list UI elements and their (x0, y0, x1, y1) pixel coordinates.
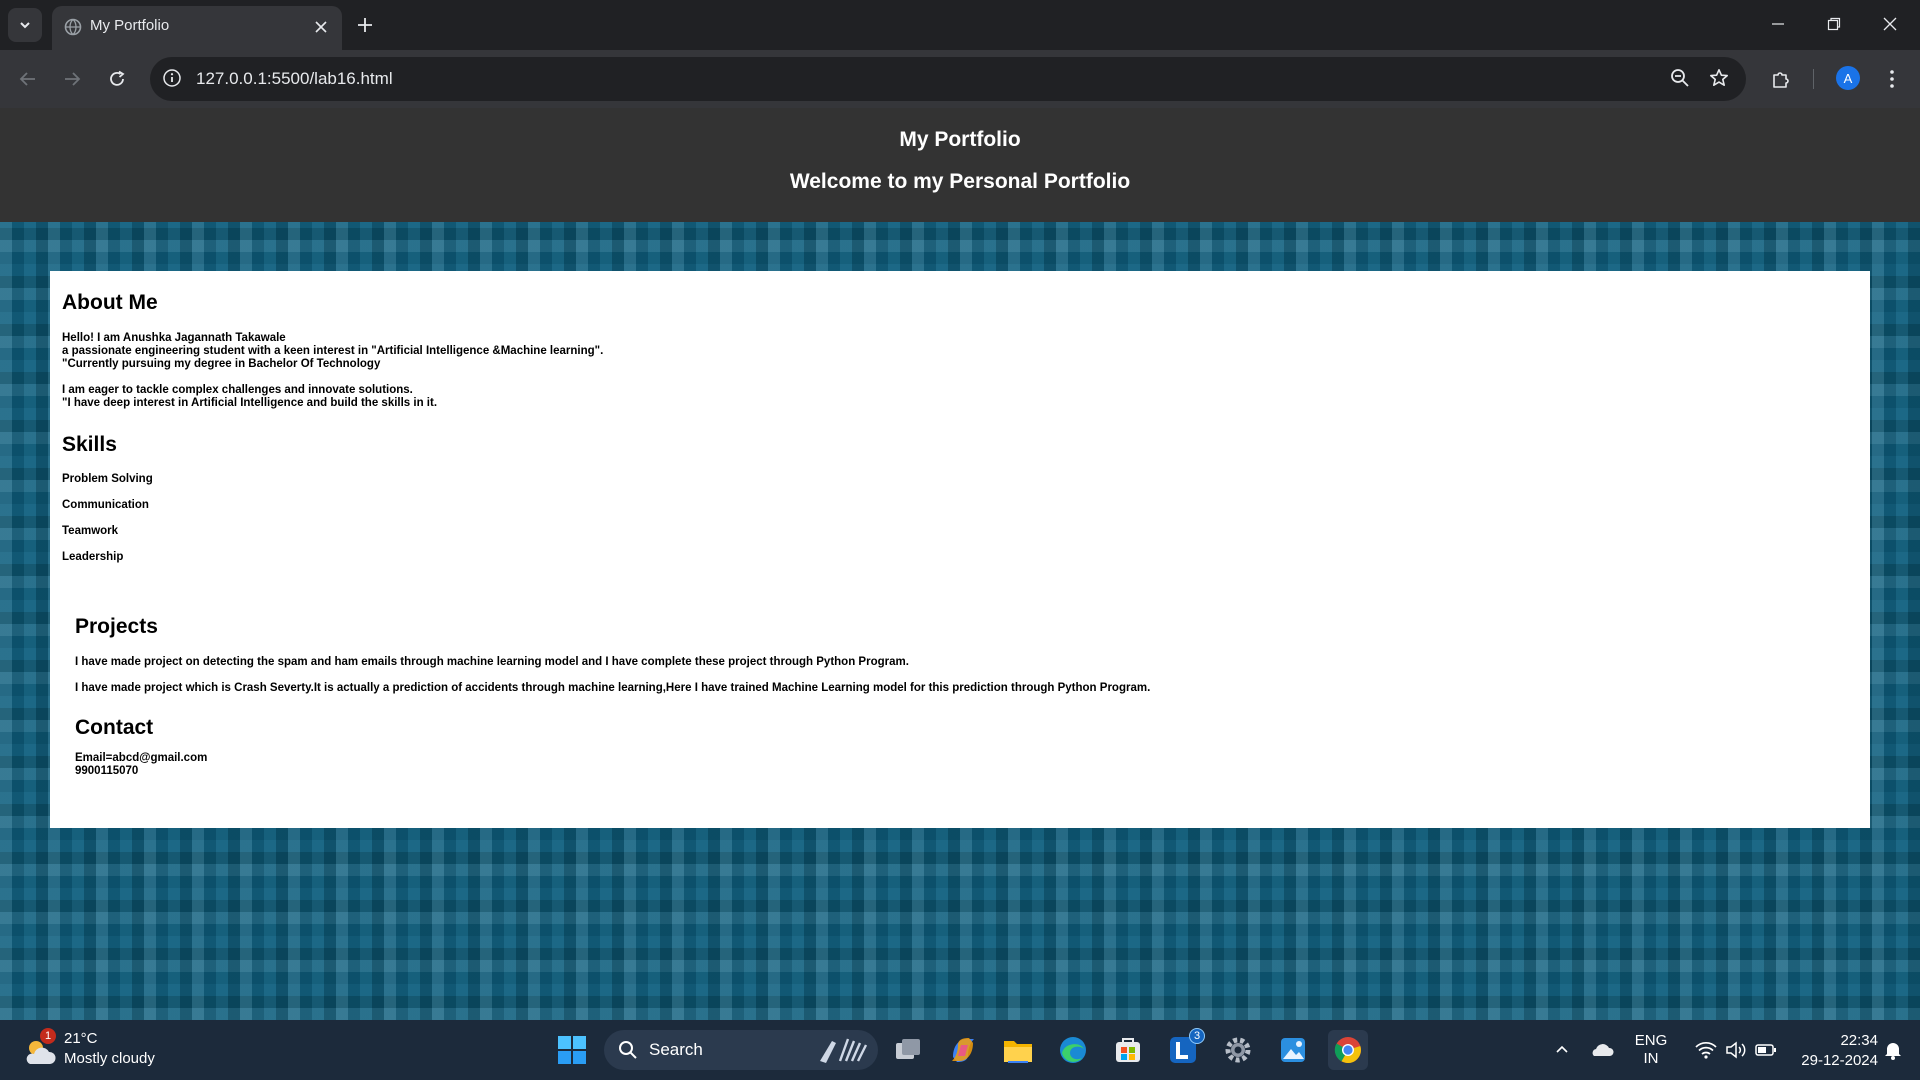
about-line: Hello! I am Anushka Jagannath Takawale (62, 332, 286, 344)
store-app[interactable] (1108, 1030, 1148, 1070)
about-line: "I have deep interest in Artificial Inte… (62, 397, 438, 409)
onedrive-button[interactable] (1582, 1030, 1622, 1070)
skills-heading: Skills (62, 433, 117, 456)
chevron-up-icon (1556, 1045, 1568, 1053)
chrome-app[interactable] (1328, 1030, 1368, 1070)
project-item: I have made project which is Crash Sever… (75, 682, 1151, 694)
task-view-button[interactable] (888, 1030, 928, 1070)
region-code: IN (1643, 1050, 1659, 1067)
folder-icon (1004, 1041, 1032, 1063)
arrow-right-icon (65, 72, 81, 86)
skill-item: Communication (62, 499, 149, 511)
extensions-button[interactable] (1765, 63, 1797, 95)
kebab-menu-icon (1890, 70, 1894, 88)
tab-close-icon[interactable] (310, 16, 332, 38)
plus-icon (358, 18, 372, 32)
volume-icon (1726, 1041, 1746, 1059)
site-title: My Portfolio (899, 128, 1021, 151)
edge-icon (1060, 1037, 1086, 1063)
new-tab-button[interactable] (350, 10, 380, 40)
weather-badge: 1 (40, 1028, 56, 1044)
search-label: Search (649, 1040, 703, 1059)
chrome-icon (1334, 1037, 1361, 1064)
back-button[interactable] (12, 63, 44, 95)
zoom-icon[interactable] (1670, 68, 1690, 93)
address-bar[interactable]: 127.0.0.1:5500/lab16.html (150, 57, 1746, 101)
skill-item: Teamwork (62, 525, 119, 537)
forward-button[interactable] (56, 63, 88, 95)
start-button[interactable] (552, 1030, 592, 1070)
browser-tab-active[interactable]: My Portfolio (52, 6, 342, 50)
l-app[interactable]: 3 (1163, 1028, 1205, 1070)
taskbar: 1 21°C Mostly cloudy Search 3 ENG IN 22:… (0, 1020, 1920, 1080)
skill-item: Problem Solving (62, 473, 153, 485)
bookmark-star-icon[interactable] (1709, 68, 1729, 93)
search-highlight-icon (820, 1038, 868, 1063)
clock-time: 22:34 (1840, 1032, 1878, 1049)
task-view-icon (896, 1039, 920, 1059)
close-window-button[interactable] (1862, 0, 1918, 48)
browser-menu-button[interactable] (1876, 63, 1908, 95)
photos-app[interactable] (1273, 1030, 1313, 1070)
windows-logo-icon (558, 1036, 586, 1064)
tab-search-button[interactable] (8, 8, 42, 42)
search-icon (619, 1041, 637, 1059)
restore-button[interactable] (1806, 0, 1862, 48)
photos-icon (1281, 1038, 1305, 1062)
wifi-icon (1695, 1041, 1717, 1059)
reload-button[interactable] (101, 63, 133, 95)
restore-icon (1827, 17, 1841, 31)
gear-icon (1225, 1037, 1251, 1063)
site-subtitle: Welcome to my Personal Portfolio (789, 170, 1131, 193)
store-icon (1116, 1038, 1140, 1062)
profile-avatar[interactable]: A (1836, 66, 1860, 90)
settings-app[interactable] (1218, 1030, 1258, 1070)
minimize-button[interactable] (1750, 0, 1806, 48)
edge-app[interactable] (1053, 1030, 1093, 1070)
quick-settings-button[interactable] (1676, 1030, 1796, 1070)
projects-heading: Projects (75, 615, 158, 638)
site-info-icon[interactable] (162, 68, 182, 93)
notifications-button[interactable] (1878, 1030, 1908, 1070)
copilot-icon (952, 1038, 974, 1062)
project-item: I have made project on detecting the spa… (75, 656, 909, 668)
about-heading: About Me (62, 291, 158, 314)
address-url[interactable]: 127.0.0.1:5500/lab16.html (196, 69, 393, 89)
browser-tabstrip: My Portfolio (0, 0, 1920, 50)
clock[interactable]: 22:34 29-12-2024 (1782, 1031, 1878, 1071)
about-line: I am eager to tackle complex challenges … (62, 384, 413, 396)
battery-icon (1755, 1044, 1776, 1056)
chevron-down-icon (20, 22, 30, 29)
page-viewport: My Portfolio Welcome to my Personal Port… (0, 108, 1920, 1020)
contact-heading: Contact (75, 716, 154, 739)
clock-date: 29-12-2024 (1801, 1052, 1878, 1069)
close-icon (1883, 17, 1897, 31)
globe-icon (64, 18, 82, 41)
language-code: ENG (1634, 1032, 1668, 1049)
contact-email: Email=abcd@gmail.com (75, 752, 208, 764)
content-card: About Me Hello! I am Anushka Jagannath T… (50, 271, 1870, 828)
minimize-icon (1772, 23, 1784, 25)
puzzle-icon (1773, 72, 1789, 88)
file-explorer-app[interactable] (998, 1030, 1038, 1070)
cloud-icon (1592, 1044, 1614, 1056)
arrow-left-icon (19, 72, 35, 86)
toolbar-separator (1813, 69, 1814, 89)
browser-toolbar: 127.0.0.1:5500/lab16.html (0, 50, 1920, 108)
weather-desc: Mostly cloudy (64, 1050, 155, 1067)
app-badge: 3 (1189, 1028, 1205, 1044)
about-line: a passionate engineering student with a … (62, 345, 604, 357)
reload-icon (110, 70, 125, 86)
skill-item: Leadership (62, 551, 124, 563)
contact-phone: 9900115070 (75, 765, 139, 777)
tab-title: My Portfolio (90, 17, 170, 34)
taskbar-search[interactable]: Search (604, 1030, 878, 1070)
about-line: "Currently pursuing my degree in Bachelo… (62, 358, 381, 370)
show-hidden-icons-button[interactable] (1542, 1030, 1582, 1070)
weather-temp: 21°C (64, 1030, 98, 1047)
site-header: My Portfolio Welcome to my Personal Port… (0, 108, 1920, 222)
language-indicator[interactable]: ENG IN (1628, 1032, 1674, 1068)
copilot-app[interactable] (943, 1030, 983, 1070)
bell-icon (1885, 1043, 1901, 1060)
